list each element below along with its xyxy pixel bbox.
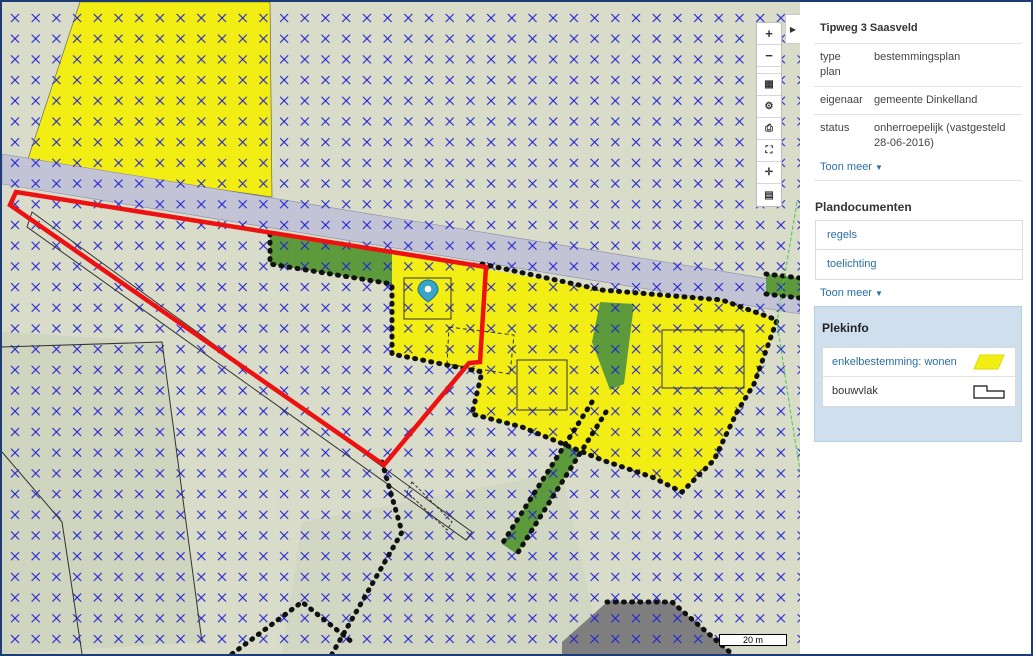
toolbar-separator bbox=[757, 67, 781, 74]
list-item[interactable]: enkelbestemming: wonen bbox=[823, 348, 1015, 377]
info-panel: Tipweg 3 Saasveld type plan bestemmingsp… bbox=[802, 2, 1031, 654]
table-row: status onherroepelijk (vastgesteld 28-06… bbox=[814, 114, 1022, 157]
property-value: onherroepelijk (vastgesteld 28-06-2016) bbox=[868, 114, 1022, 157]
map-view[interactable]: + − ▦ ⚙ ⎙ ⛶ ✛ ▤ 20 m ▶ bbox=[2, 2, 800, 654]
plan-properties: type plan bestemmingsplan eigenaar gemee… bbox=[814, 43, 1022, 157]
property-key: eigenaar bbox=[814, 86, 868, 115]
scale-label: 20 m bbox=[740, 635, 765, 645]
yellow-parallelogram-icon bbox=[973, 354, 1005, 370]
settings-icon[interactable]: ⚙ bbox=[757, 96, 781, 118]
document-link-regels[interactable]: regels bbox=[816, 221, 1022, 250]
hatch-overlay bbox=[2, 2, 800, 654]
plan-title: Tipweg 3 Saasveld bbox=[820, 22, 918, 34]
property-key: type plan bbox=[814, 43, 868, 87]
toon-meer-label: Toon meer bbox=[820, 161, 872, 173]
map-toolbar: + − ▦ ⚙ ⎙ ⛶ ✛ ▤ bbox=[756, 22, 782, 207]
property-value: bestemmingsplan bbox=[868, 43, 1022, 87]
table-row: eigenaar gemeente Dinkelland bbox=[814, 86, 1022, 115]
toon-meer-info-link[interactable]: Toon meer ▼ bbox=[820, 161, 883, 173]
plekinfo-item-label: bouwvlak bbox=[832, 385, 878, 397]
zoom-out-button[interactable]: − bbox=[757, 45, 781, 67]
panel-toggle-button[interactable]: ▶ bbox=[785, 14, 800, 44]
table-row: type plan bestemmingsplan bbox=[814, 43, 1022, 87]
toon-meer-label: Toon meer bbox=[820, 287, 872, 299]
building-outline-icon bbox=[973, 385, 1005, 399]
zoom-in-button[interactable]: + bbox=[757, 23, 781, 45]
scale-bar: 20 m bbox=[719, 634, 787, 646]
locate-icon[interactable]: ✛ bbox=[757, 162, 781, 184]
app-frame: + − ▦ ⚙ ⎙ ⛶ ✛ ▤ 20 m ▶ Tipweg 3 Saasveld… bbox=[0, 0, 1033, 656]
caret-down-icon: ▼ bbox=[875, 289, 883, 298]
print-icon[interactable]: ⎙ bbox=[757, 118, 781, 140]
plekinfo-list: enkelbestemming: wonen bouwvlak bbox=[822, 347, 1016, 407]
property-key: status bbox=[814, 114, 868, 157]
chevron-right-icon: ▶ bbox=[789, 24, 797, 34]
map-canvas[interactable] bbox=[2, 2, 800, 654]
property-value: gemeente Dinkelland bbox=[868, 86, 1022, 115]
toon-meer-documents-link[interactable]: Toon meer ▼ bbox=[820, 287, 883, 299]
legend-icon[interactable]: ▤ bbox=[757, 184, 781, 206]
list-item: bouwvlak bbox=[823, 377, 1015, 406]
plekinfo-item-label[interactable]: enkelbestemming: wonen bbox=[832, 356, 957, 368]
document-link-toelichting[interactable]: toelichting bbox=[816, 250, 1022, 279]
plekinfo-box: Plekinfo enkelbestemming: wonen bouwvlak bbox=[814, 306, 1022, 442]
documents-heading: Plandocumenten bbox=[815, 200, 912, 214]
divider bbox=[814, 180, 1022, 181]
plekinfo-heading: Plekinfo bbox=[822, 321, 869, 335]
fullscreen-icon[interactable]: ⛶ bbox=[757, 140, 781, 162]
caret-down-icon: ▼ bbox=[875, 163, 883, 172]
layers-icon[interactable]: ▦ bbox=[757, 74, 781, 96]
documents-list: regels toelichting bbox=[815, 220, 1023, 280]
